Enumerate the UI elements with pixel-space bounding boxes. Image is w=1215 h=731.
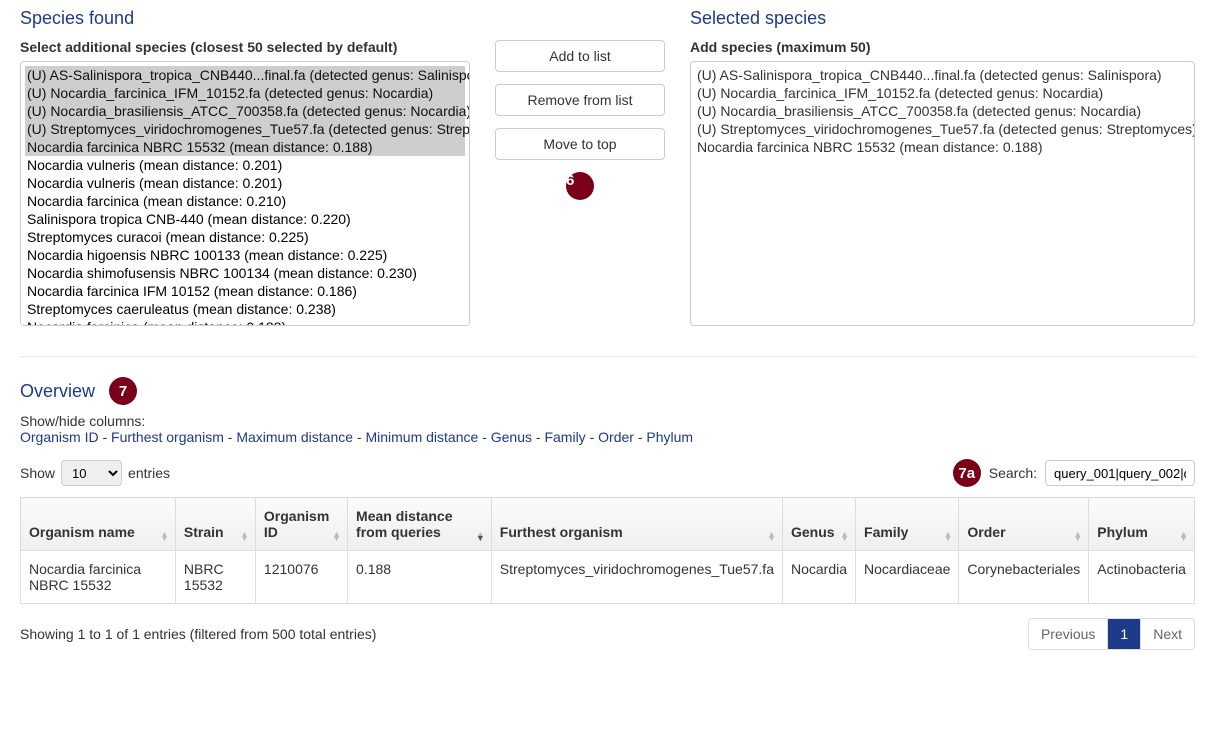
column-header[interactable]: Strain▲▼ bbox=[175, 498, 255, 551]
table-cell: Actinobacteria bbox=[1089, 551, 1195, 604]
overview-table: Organism name▲▼Strain▲▼Organism ID▲▼Mean… bbox=[20, 497, 1195, 604]
list-item[interactable]: (U) Streptomyces_viridochromogenes_Tue57… bbox=[695, 120, 1190, 138]
remove-from-list-button[interactable]: Remove from list bbox=[495, 84, 665, 116]
show-label: Show bbox=[20, 465, 55, 481]
divider bbox=[20, 356, 1195, 357]
list-item[interactable]: (U) Nocardia_brasiliensis_ATCC_700358.fa… bbox=[25, 102, 465, 120]
sort-icon: ▲▼ bbox=[476, 532, 485, 540]
list-item[interactable]: (U) AS-Salinispora_tropica_CNB440...fina… bbox=[25, 66, 465, 84]
column-toggle[interactable]: Maximum distance bbox=[236, 429, 353, 445]
column-header[interactable]: Genus▲▼ bbox=[782, 498, 855, 551]
list-item[interactable]: Streptomyces caeruleatus (mean distance:… bbox=[25, 300, 465, 318]
step-7-badge: 7 bbox=[109, 377, 137, 405]
table-cell: NBRC 15532 bbox=[175, 551, 255, 604]
entries-label: entries bbox=[128, 465, 170, 481]
table-cell: 0.188 bbox=[348, 551, 492, 604]
list-item[interactable]: Salinispora tropica CNB-440 (mean distan… bbox=[25, 210, 465, 228]
move-to-top-button[interactable]: Move to top bbox=[495, 128, 665, 160]
column-toggle[interactable]: Furthest organism bbox=[111, 429, 224, 445]
list-item[interactable]: Nocardia vulneris (mean distance: 0.201) bbox=[25, 156, 465, 174]
column-toggle[interactable]: Minimum distance bbox=[365, 429, 478, 445]
table-cell: Nocardiaceae bbox=[856, 551, 959, 604]
column-header[interactable]: Organism name▲▼ bbox=[21, 498, 176, 551]
species-found-listbox[interactable]: (U) AS-Salinispora_tropica_CNB440...fina… bbox=[20, 61, 470, 326]
list-item[interactable]: Nocardia vulneris (mean distance: 0.201) bbox=[25, 174, 465, 192]
sort-icon: ▲▼ bbox=[840, 532, 849, 540]
table-cell: Streptomyces_viridochromogenes_Tue57.fa bbox=[491, 551, 782, 604]
sort-icon: ▲▼ bbox=[1179, 532, 1188, 540]
sort-icon: ▲▼ bbox=[943, 532, 952, 540]
column-toggle[interactable]: Genus bbox=[491, 429, 532, 445]
pagination: Previous 1 Next bbox=[1028, 618, 1195, 650]
table-row: Nocardia farcinica NBRC 15532NBRC 155321… bbox=[21, 551, 1195, 604]
list-item[interactable]: Nocardia shimofusensis NBRC 100134 (mean… bbox=[25, 264, 465, 282]
show-hide-label: Show/hide columns: bbox=[20, 413, 1195, 429]
pagination-next[interactable]: Next bbox=[1140, 619, 1194, 649]
step-7a-badge: 7a bbox=[953, 459, 981, 487]
selected-species-heading: Selected species bbox=[690, 8, 1195, 29]
page-length-select[interactable]: 10 bbox=[61, 460, 122, 486]
column-header[interactable]: Mean distance from queries▲▼ bbox=[348, 498, 492, 551]
list-item[interactable]: Nocardia farcinica NBRC 15532 (mean dist… bbox=[25, 138, 465, 156]
list-item[interactable]: (U) Nocardia_brasiliensis_ATCC_700358.fa… bbox=[695, 102, 1190, 120]
table-cell: Nocardia farcinica NBRC 15532 bbox=[21, 551, 176, 604]
pagination-page-1[interactable]: 1 bbox=[1107, 619, 1140, 649]
column-header[interactable]: Organism ID▲▼ bbox=[255, 498, 347, 551]
list-item[interactable]: (U) AS-Salinispora_tropica_CNB440...fina… bbox=[695, 66, 1190, 84]
sort-icon: ▲▼ bbox=[1073, 532, 1082, 540]
table-cell: Nocardia bbox=[782, 551, 855, 604]
sort-icon: ▲▼ bbox=[160, 532, 169, 540]
search-input[interactable] bbox=[1045, 460, 1195, 486]
list-item[interactable]: (U) Streptomyces_viridochromogenes_Tue57… bbox=[25, 120, 465, 138]
column-header[interactable]: Family▲▼ bbox=[856, 498, 959, 551]
column-toggles: Organism ID - Furthest organism - Maximu… bbox=[20, 429, 1195, 445]
list-item[interactable]: Nocardia farcinica NBRC 15532 (mean dist… bbox=[695, 138, 1190, 156]
list-item[interactable]: Nocardia farcinica IFM 10152 (mean dista… bbox=[25, 282, 465, 300]
search-label: Search: bbox=[989, 465, 1037, 481]
list-item[interactable]: Nocardia higoensis NBRC 100133 (mean dis… bbox=[25, 246, 465, 264]
column-toggle[interactable]: Family bbox=[544, 429, 585, 445]
list-item[interactable]: Nocardia farcinica (mean distance: 0.210… bbox=[25, 192, 465, 210]
table-cell: 1210076 bbox=[255, 551, 347, 604]
species-found-heading: Species found bbox=[20, 8, 470, 29]
table-info: Showing 1 to 1 of 1 entries (filtered fr… bbox=[20, 626, 376, 642]
column-header[interactable]: Phylum▲▼ bbox=[1089, 498, 1195, 551]
sort-icon: ▲▼ bbox=[767, 532, 776, 540]
list-item[interactable]: (U) Nocardia_farcinica_IFM_10152.fa (det… bbox=[25, 84, 465, 102]
column-toggle[interactable]: Phylum bbox=[646, 429, 693, 445]
column-toggle[interactable]: Order bbox=[598, 429, 634, 445]
selected-species-label: Add species (maximum 50) bbox=[690, 39, 1195, 55]
sort-icon: ▲▼ bbox=[240, 532, 249, 540]
species-found-label: Select additional species (closest 50 se… bbox=[20, 39, 470, 55]
list-item[interactable]: Streptomyces curacoi (mean distance: 0.2… bbox=[25, 228, 465, 246]
column-header[interactable]: Order▲▼ bbox=[959, 498, 1089, 551]
step-6-badge: 6 bbox=[566, 172, 594, 200]
pagination-previous[interactable]: Previous bbox=[1029, 619, 1107, 649]
selected-species-listbox[interactable]: (U) AS-Salinispora_tropica_CNB440...fina… bbox=[690, 61, 1195, 326]
sort-icon: ▲▼ bbox=[332, 532, 341, 540]
add-to-list-button[interactable]: Add to list bbox=[495, 40, 665, 72]
list-item[interactable]: (U) Nocardia_farcinica_IFM_10152.fa (det… bbox=[695, 84, 1190, 102]
table-cell: Corynebacteriales bbox=[959, 551, 1089, 604]
overview-heading: Overview bbox=[20, 381, 95, 402]
column-header[interactable]: Furthest organism▲▼ bbox=[491, 498, 782, 551]
column-toggle[interactable]: Organism ID bbox=[20, 429, 99, 445]
list-item[interactable]: Nocardia farcinica (mean distance: 0.188… bbox=[25, 318, 465, 326]
